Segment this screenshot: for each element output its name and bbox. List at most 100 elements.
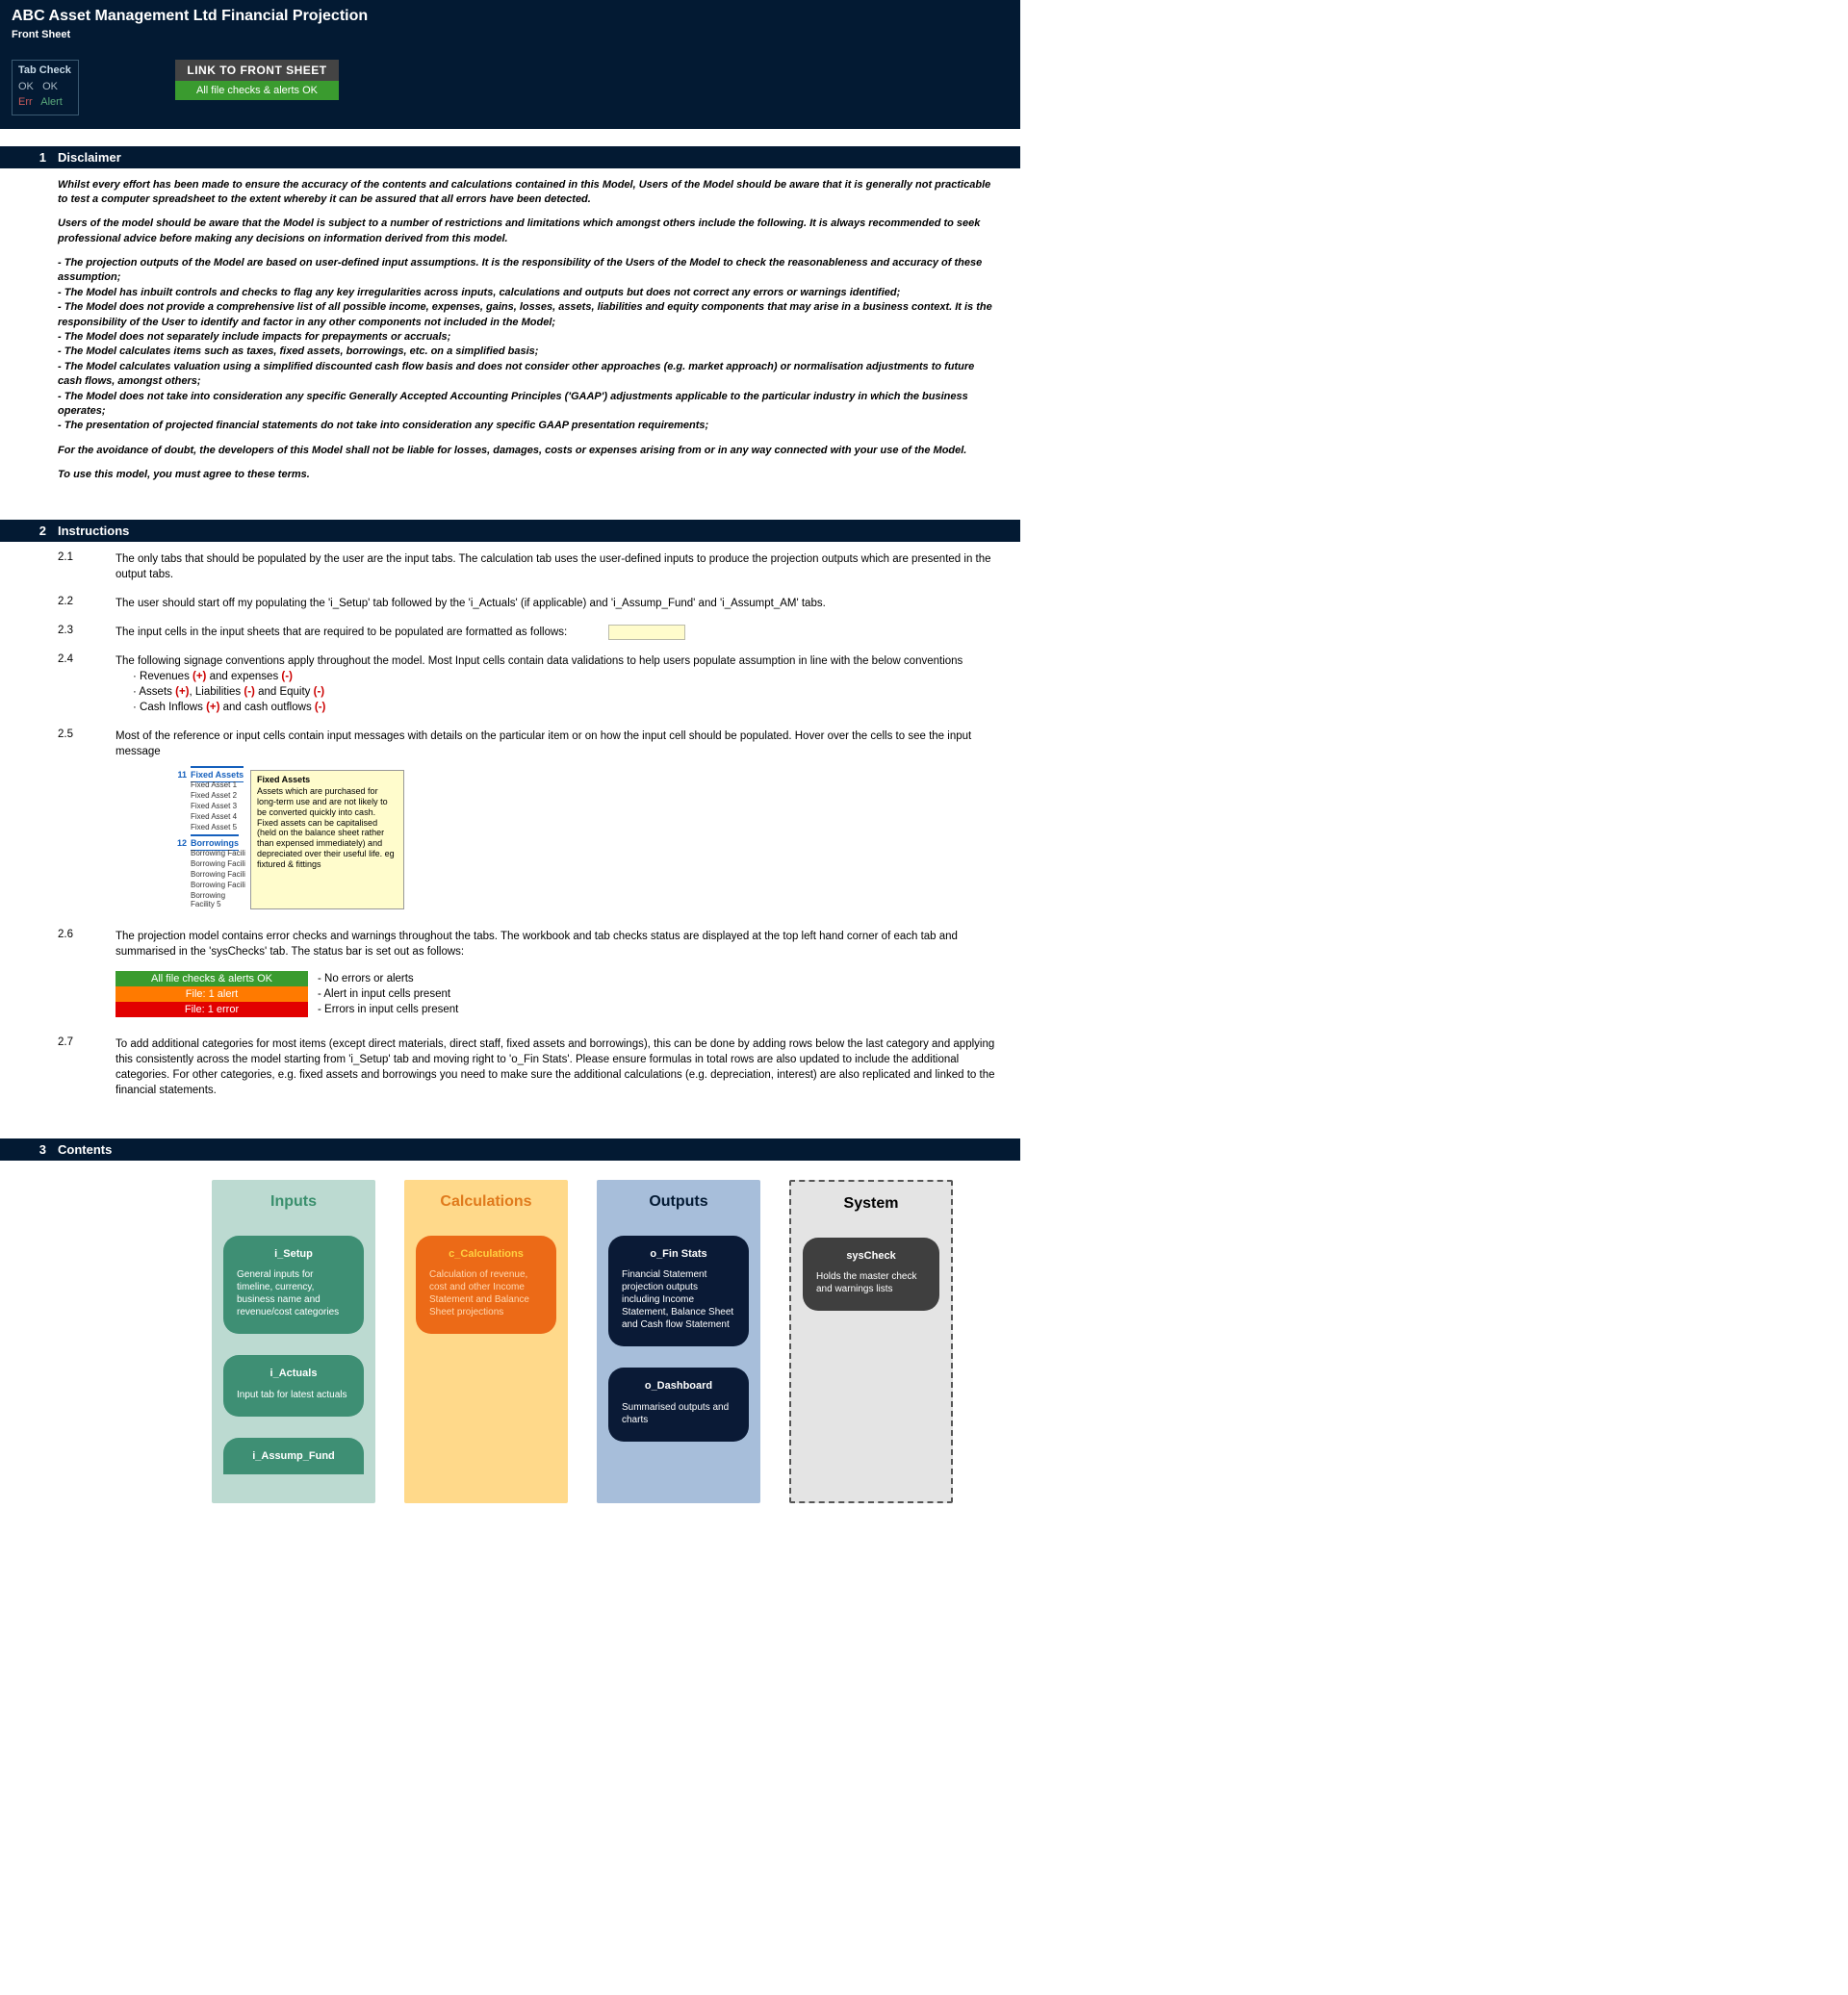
column-calculations: Calculations c_Calculations Calculation … [404,1180,568,1503]
link-front-sheet-label: LINK TO FRONT SHEET [175,60,339,81]
tab-check-ok1: OK [18,81,34,92]
section-1-number: 1 [0,150,58,165]
instr-2-1: 2.1 The only tabs that should be populat… [58,551,1001,582]
disclaimer-b2: - The Model has inbuilt controls and che… [58,286,1001,300]
contents-columns: Inputs i_Setup General inputs for timeli… [0,1161,1020,1542]
card-o-dashboard-title: o_Dashboard [622,1379,735,1393]
instr-2-4-num: 2.4 [58,653,116,665]
instr-2-3-num: 2.3 [58,625,116,636]
card-i-setup-title: i_Setup [237,1247,350,1261]
card-syscheck[interactable]: sysCheck Holds the master check and warn… [803,1238,939,1311]
column-calc-title: Calculations [416,1193,556,1211]
card-c-calc-title: c_Calculations [429,1247,543,1261]
instr-2-6: 2.6 The projection model contains error … [58,929,1001,959]
status-error-row: File: 1 error - Errors in input cells pr… [116,1002,458,1017]
disclaimer-p2: Users of the model should be aware that … [58,217,1001,246]
disclaimer-b5: - The Model calculates items such as tax… [58,345,1001,359]
tooltip-mock: 11Fixed Assets Fixed Asset 1 Fixed Asset… [173,770,404,909]
instr-2-5-num: 2.5 [58,729,116,740]
disclaimer-b4: - The Model does not separately include … [58,330,1001,345]
instr-2-3-txt: The input cells in the input sheets that… [116,625,1001,640]
file-checks-status: All file checks & alerts OK [175,81,339,100]
disclaimer-body: Whilst every effort has been made to ens… [0,168,1020,502]
tab-check-title: Tab Check [18,63,72,79]
header: ABC Asset Management Ltd Financial Proje… [0,0,1020,129]
instructions-body: 2.1 The only tabs that should be populat… [0,542,1020,1122]
page-title: ABC Asset Management Ltd Financial Proje… [12,8,1009,25]
card-syscheck-desc: Holds the master check and warnings list… [816,1270,926,1295]
tab-check-ok-row: OK OK [18,79,72,95]
card-i-setup[interactable]: i_Setup General inputs for timeline, cur… [223,1236,364,1334]
section-instructions-bar: 2 Instructions [0,520,1020,542]
status-examples: All file checks & alerts OK - No errors … [58,965,1001,1023]
disclaimer-b7: - The Model does not take into considera… [58,390,1001,420]
instr-2-5: 2.5 Most of the reference or input cells… [58,729,1001,759]
disclaimer-p3: For the avoidance of doubt, the develope… [58,444,1001,458]
section-1-title: Disclaimer [58,150,121,165]
card-syscheck-title: sysCheck [816,1249,926,1263]
status-bar-error: File: 1 error [116,1002,308,1017]
status-ok-row: All file checks & alerts OK - No errors … [116,971,458,986]
card-i-actuals[interactable]: i_Actuals Input tab for latest actuals [223,1355,364,1416]
card-c-calc-desc: Calculation of revenue, cost and other I… [429,1268,543,1318]
disclaimer-b6: - The Model calculates valuation using a… [58,360,1001,390]
column-system: System sysCheck Holds the master check a… [789,1180,953,1503]
card-i-assump-fund-title: i_Assump_Fund [237,1449,350,1463]
tab-check-ok2: OK [42,81,58,92]
instr-2-3-txt-span: The input cells in the input sheets that… [116,627,567,638]
instr-2-6-num: 2.6 [58,929,116,940]
page-subtitle: Front Sheet [12,29,1009,40]
column-inputs-title: Inputs [223,1193,364,1211]
column-system-title: System [803,1195,939,1213]
instr-2-7-num: 2.7 [58,1036,116,1048]
instr-2-4-txt: The following signage conventions apply … [116,653,1001,715]
section-3-number: 3 [0,1142,58,1157]
instr-2-2: 2.2 The user should start off my populat… [58,596,1001,611]
instr-2-1-num: 2.1 [58,551,116,563]
card-i-actuals-desc: Input tab for latest actuals [237,1389,350,1401]
card-i-setup-desc: General inputs for timeline, currency, b… [237,1268,350,1318]
instr-2-5-txt: Most of the reference or input cells con… [116,729,1001,759]
column-inputs: Inputs i_Setup General inputs for timeli… [212,1180,375,1503]
tooltip-mock-row: 11Fixed Assets Fixed Asset 1 Fixed Asset… [58,764,1001,915]
card-o-dashboard-desc: Summarised outputs and charts [622,1401,735,1426]
tab-check-box: Tab Check OK OK Err Alert [12,60,79,115]
status-bar-alert: File: 1 alert [116,986,308,1002]
status-bar-ok: All file checks & alerts OK [116,971,308,986]
section-contents-bar: 3 Contents [0,1138,1020,1161]
card-o-dashboard[interactable]: o_Dashboard Summarised outputs and chart… [608,1368,749,1441]
instr-2-1-txt: The only tabs that should be populated b… [116,551,1001,582]
signage-revenues: Revenues (+) and expenses (-) [133,669,1001,684]
instr-2-4-lead: The following signage conventions apply … [116,655,962,667]
tooltip-mock-rows: 11Fixed Assets Fixed Asset 1 Fixed Asset… [173,770,250,909]
disclaimer-b8: - The presentation of projected financia… [58,419,1001,433]
tab-check-err: Err [18,96,33,108]
instr-2-6-txt: The projection model contains error chec… [116,929,1001,959]
signage-assets: Assets (+), Liabilities (-) and Equity (… [133,684,1001,700]
column-outputs-title: Outputs [608,1193,749,1211]
signage-list: Revenues (+) and expenses (-) Assets (+)… [133,669,1001,715]
section-3-title: Contents [58,1142,112,1157]
input-cell-format-sample [608,625,685,640]
signage-cash: Cash Inflows (+) and cash outflows (-) [133,700,1001,715]
tab-check-alert: Alert [40,96,63,108]
instr-2-4: 2.4 The following signage conventions ap… [58,653,1001,715]
disclaimer-b3: - The Model does not provide a comprehen… [58,300,1001,330]
tooltip-popup: Fixed Assets Assets which are purchased … [250,770,404,909]
tooltip-popup-body: Assets which are purchased for long-term… [257,786,395,869]
card-i-actuals-title: i_Actuals [237,1367,350,1380]
status-alert-row: File: 1 alert - Alert in input cells pre… [116,986,458,1002]
instr-2-3: 2.3 The input cells in the input sheets … [58,625,1001,640]
link-front-sheet[interactable]: LINK TO FRONT SHEET All file checks & al… [175,60,339,100]
tooltip-popup-title: Fixed Assets [257,775,398,785]
column-outputs: Outputs o_Fin Stats Financial Statement … [597,1180,760,1503]
tab-check-err-row: Err Alert [18,94,72,111]
disclaimer-p4: To use this model, you must agree to the… [58,468,1001,482]
instr-2-2-num: 2.2 [58,596,116,607]
disclaimer-b1: - The projection outputs of the Model ar… [58,256,1001,286]
disclaimer-p1: Whilst every effort has been made to ens… [58,178,1001,208]
card-o-fin-stats[interactable]: o_Fin Stats Financial Statement projecti… [608,1236,749,1346]
card-i-assump-fund[interactable]: i_Assump_Fund [223,1438,364,1474]
instr-2-7-txt: To add additional categories for most it… [116,1036,1001,1098]
card-c-calculations[interactable]: c_Calculations Calculation of revenue, c… [416,1236,556,1334]
